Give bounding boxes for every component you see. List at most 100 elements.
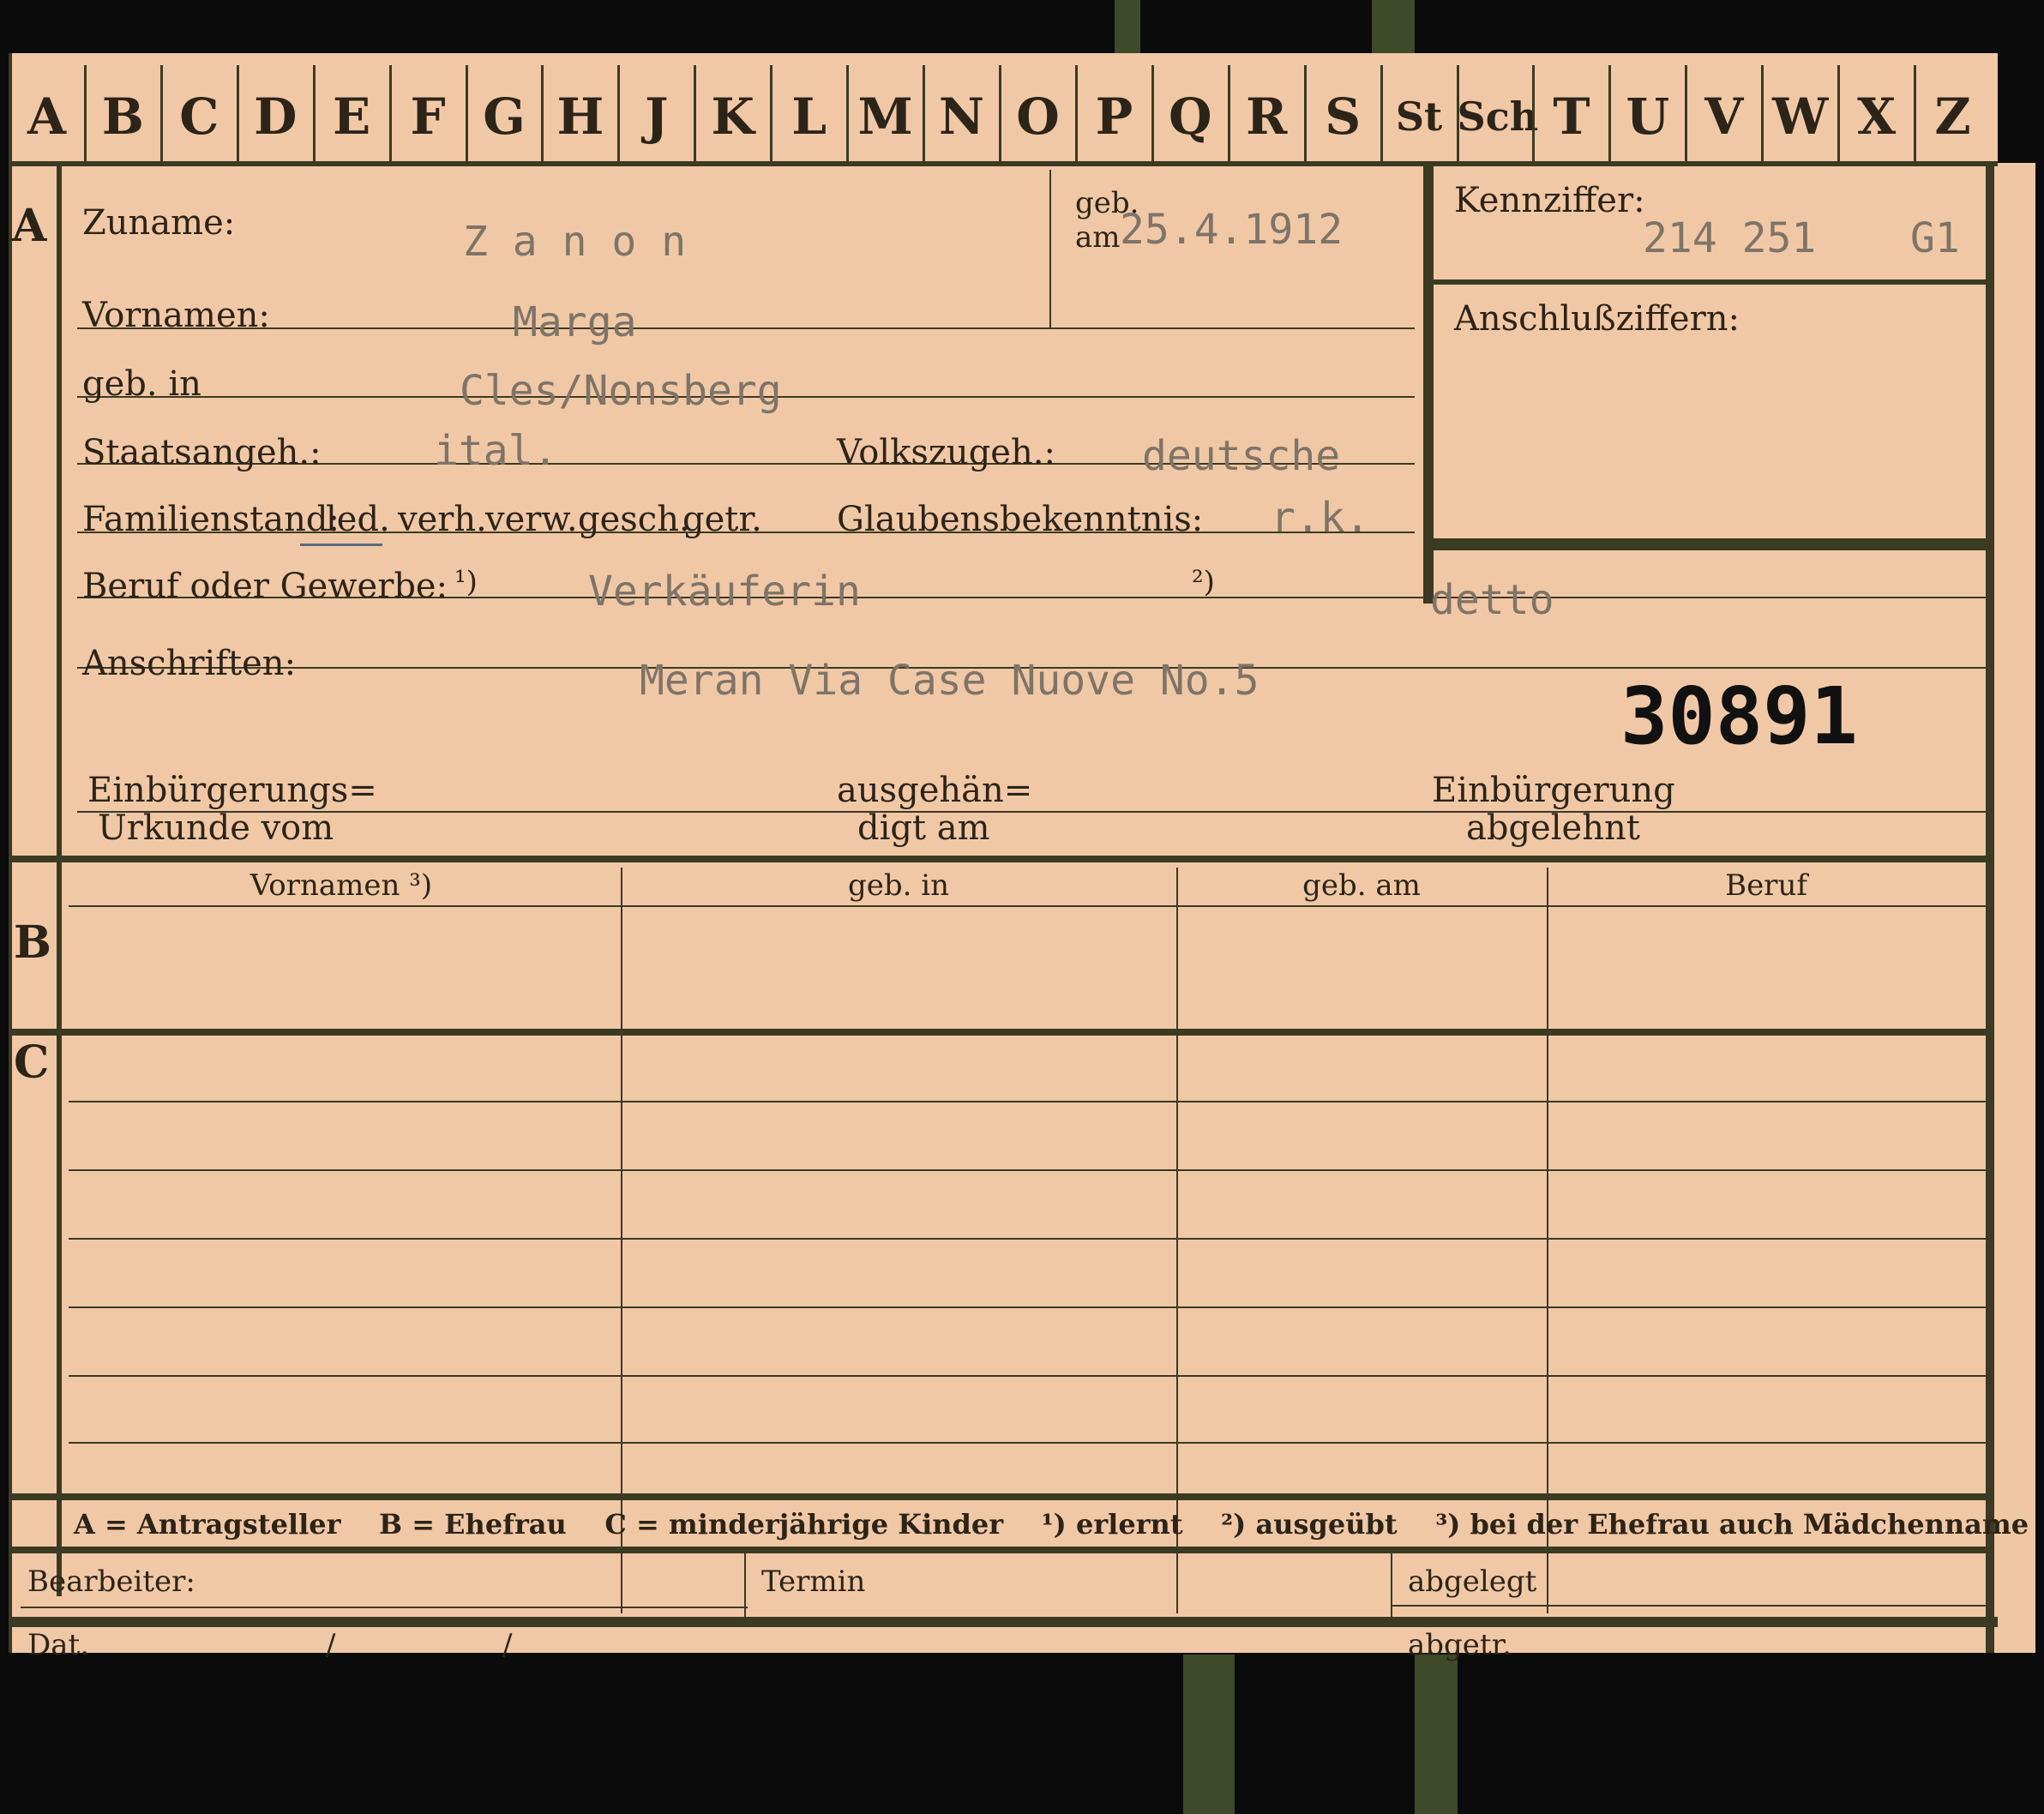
fam-option-led: led.: [326, 500, 390, 539]
tab-divider: [465, 65, 468, 165]
c-row-rule-4: [69, 1306, 1986, 1308]
abgetr-label: abgetr.: [1408, 1628, 1512, 1662]
film-bar: [1183, 1655, 1235, 1814]
ausgehaendigt-label-2: digt am: [857, 808, 990, 848]
stamp-number: 30891: [1620, 670, 1858, 762]
legend-bottom-rule: [9, 1547, 1994, 1553]
table-header-rule: [69, 905, 1986, 907]
alphabet-tab-sch: Sch: [1457, 93, 1539, 140]
alphabet-tab-p: P: [1095, 87, 1133, 146]
alphabet-tab-h: H: [556, 87, 604, 146]
frame-left: [9, 53, 12, 1653]
col-divider-3: [1547, 868, 1548, 1613]
section-b-bottom-rule: [9, 1029, 1994, 1036]
einbuergerung-urkunde-label-2: Urkunde vom: [98, 808, 334, 848]
geb-am-divider: [1049, 170, 1051, 329]
staats-label: Staatsangeh.:: [82, 433, 322, 472]
anschriften-label: Anschriften:: [82, 644, 297, 683]
section-c-label: C: [14, 1036, 50, 1089]
vornamen-label: Vornamen:: [82, 296, 270, 335]
tab-divider: [617, 65, 621, 165]
geb-in-value: Cles/Nonsberg: [460, 367, 782, 415]
tab-divider: [1303, 65, 1307, 165]
alphabet-tab-e: E: [333, 87, 371, 146]
vornamen-value: Marga: [513, 298, 637, 346]
tab-divider: [846, 65, 850, 165]
col-divider-2: [1176, 868, 1178, 1613]
fam-option-verw: verw.: [485, 500, 578, 539]
alphabet-tab-s: S: [1325, 87, 1362, 146]
table-header-vornamen: Vornamen ³): [249, 868, 433, 903]
volks-label: Volkszugeh.:: [837, 433, 1055, 472]
alphabet-tab-st: St: [1395, 93, 1443, 140]
tab-divider: [236, 65, 239, 165]
beruf-note-1: ¹): [454, 565, 478, 599]
anschrift-value: Meran Via Case Nuove No.5: [640, 657, 1259, 705]
film-bar: [1415, 1655, 1458, 1814]
section-a-divider: [57, 166, 62, 905]
beruf-note-2: ²): [1192, 565, 1215, 599]
tab-divider: [999, 65, 1001, 165]
tab-divider: [1456, 65, 1459, 165]
abgelegt-label: abgelegt: [1408, 1565, 1537, 1599]
rule-7: [77, 811, 1986, 813]
footer-divider-2: [1391, 1553, 1392, 1622]
familien-label: Familienstand:: [82, 500, 340, 539]
am-label: am: [1075, 220, 1121, 255]
tab-divider: [1761, 65, 1764, 165]
kennziffer-suffix: G1: [1910, 214, 1960, 262]
tab-divider: [1914, 65, 1917, 165]
alphabet-tab-k: K: [711, 87, 754, 146]
alphabet-tab-z: Z: [1934, 87, 1971, 146]
section-a-label: A: [12, 200, 47, 252]
einbuergerung-abgelehnt-label-2: abgelehnt: [1466, 808, 1640, 848]
tab-divider: [388, 65, 392, 165]
legend-top-rule: [9, 1493, 1994, 1500]
tab-divider: [1608, 65, 1612, 165]
legend-line: A = Antragsteller B = Ehefrau C = minder…: [74, 1508, 2029, 1541]
fam-option-getr: getr.: [682, 500, 762, 539]
frame-bottom: [9, 1617, 1998, 1627]
geb-am-value: 25.4.1912: [1120, 206, 1344, 254]
zuname-value: Z a n o n: [463, 218, 687, 266]
kennziffer-box-bottom: [1432, 538, 1986, 550]
volks-value: deutsche: [1142, 432, 1341, 480]
alphabet-tab-w: W: [1772, 87, 1829, 146]
alphabet-tab-g: G: [483, 87, 526, 146]
tab-divider: [159, 65, 163, 165]
tab-divider: [694, 65, 697, 165]
c-row-rule-2: [69, 1169, 1986, 1171]
tab-divider: [1227, 65, 1230, 165]
tab-divider: [1151, 65, 1154, 165]
dat-slash-1: /: [326, 1628, 336, 1662]
tab-divider: [923, 65, 926, 165]
dat-label: Dat.: [27, 1628, 90, 1662]
alphabet-tab-f: F: [410, 87, 446, 146]
beruf-erlernt-value: Verkäuferin: [588, 568, 861, 616]
einbuergerung-abgelehnt-label-1: Einbürgerung: [1432, 771, 1675, 810]
alphabet-tab-l: L: [791, 87, 827, 146]
alphabet-tab-q: Q: [1169, 87, 1212, 146]
tab-row-bottom-rule: [9, 161, 1998, 166]
c-row-rule-3: [69, 1238, 1986, 1240]
glaubens-value: r.k.: [1271, 494, 1370, 542]
alphabet-tab-t: T: [1553, 87, 1590, 146]
c-row-rule-1: [69, 1101, 1986, 1102]
abgelegt-rule: [1392, 1605, 1986, 1607]
tab-divider: [541, 65, 544, 165]
alphabet-tab-x: X: [1857, 87, 1897, 146]
geb-in-label: geb. in: [82, 364, 201, 404]
section-a-bottom-rule: [9, 856, 1994, 862]
tab-divider: [1074, 65, 1078, 165]
tab-divider: [1380, 65, 1383, 165]
frame-right: [1986, 166, 1994, 1653]
alphabet-tab-o: O: [1016, 87, 1060, 146]
bearbeiter-label: Bearbeiter:: [27, 1565, 195, 1599]
beruf-label: Beruf oder Gewerbe:: [82, 567, 448, 606]
alphabet-tab-a: A: [27, 87, 66, 146]
kennziffer-label: Kennziffer:: [1454, 181, 1645, 220]
termin-label: Termin: [761, 1565, 866, 1599]
tab-divider: [312, 65, 316, 165]
alphabet-tab-d: D: [254, 87, 298, 146]
c-row-rule-5: [69, 1375, 1986, 1377]
